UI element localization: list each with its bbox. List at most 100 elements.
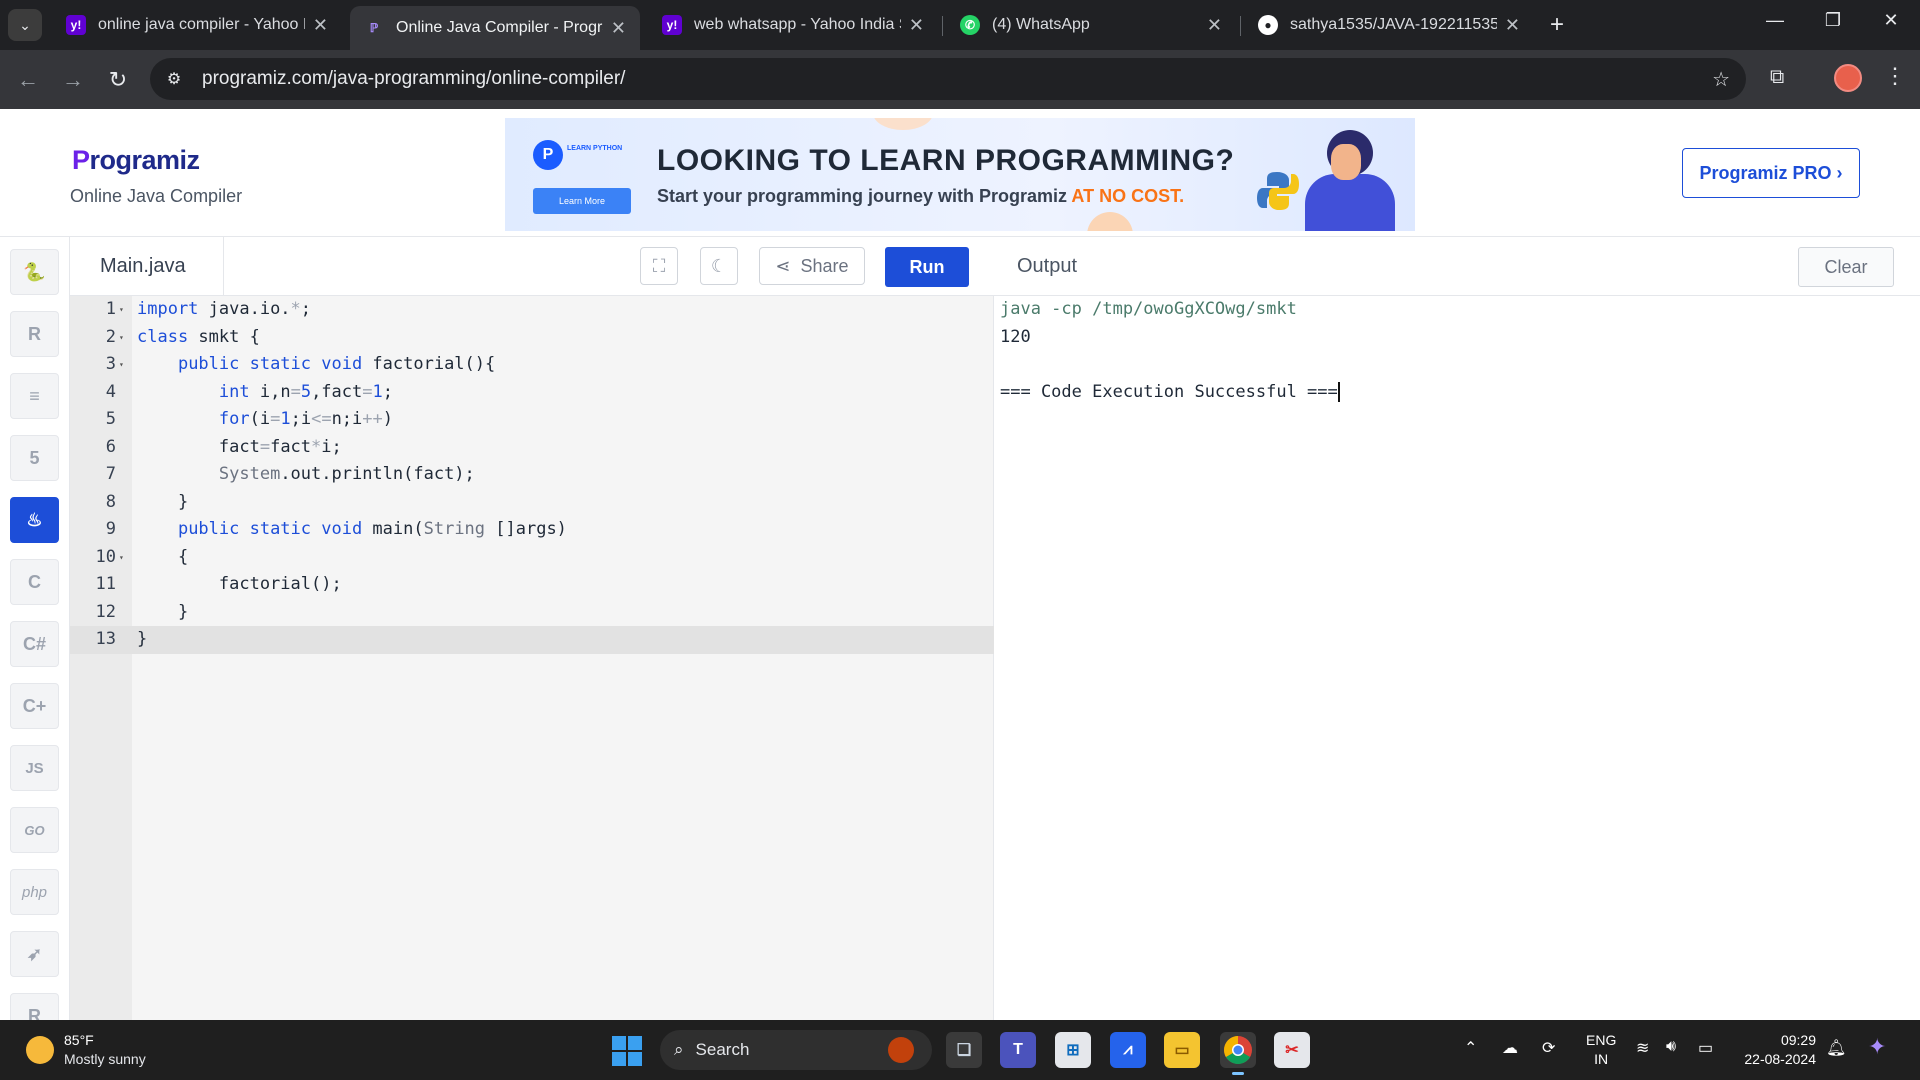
browser-tab-4[interactable]: ✆ (4) WhatsApp ✕ [946,6,1236,44]
rail-python-icon[interactable]: 🐍 [10,249,59,295]
code-text[interactable]: } [137,599,188,627]
system-clock[interactable]: 09:29 22-08-2024 [1738,1031,1816,1069]
show-hidden-icons[interactable]: ⌃ [1464,1038,1477,1058]
bookmark-star-icon[interactable]: ☆ [1712,67,1730,92]
rail-java-icon[interactable]: ♨ [10,497,59,543]
learn-more-button[interactable]: Learn More [533,188,631,214]
sync-icon[interactable]: ⟳ [1542,1038,1555,1058]
volume-icon[interactable]: 🔊︎ [1666,1038,1676,1056]
close-icon[interactable]: ✕ [909,15,924,36]
code-line[interactable]: 4 int i,n=5,fact=1; [70,379,994,407]
fold-arrow-icon[interactable]: ▾ [119,296,124,324]
wifi-icon[interactable]: ≋ [1636,1038,1649,1058]
fullscreen-icon[interactable]: ⛶ [640,247,678,285]
code-text[interactable]: } [137,626,147,654]
run-button[interactable]: Run [885,247,969,287]
browser-tab-1[interactable]: y! online java compiler - Yahoo India Se… [52,6,342,44]
clear-button[interactable]: Clear [1798,247,1894,287]
rail-swift-icon[interactable]: ➶ [10,931,59,977]
new-tab-button[interactable]: + [1542,10,1572,40]
code-text[interactable]: for(i=1;i<=n;i++) [137,406,393,434]
code-line[interactable]: 5 for(i=1;i<=n;i++) [70,406,994,434]
math-app-icon[interactable]: ⩘ [1110,1032,1146,1068]
site-info-icon[interactable]: ⚙ [162,69,186,89]
task-view-icon[interactable]: ❏ [946,1032,982,1068]
rail-r-icon[interactable]: R [10,311,59,357]
code-text[interactable]: } [137,489,188,517]
output-console[interactable]: java -cp /tmp/owoGgXCOwg/smkt 120 === Cod… [1000,296,1340,406]
close-icon[interactable]: ✕ [1207,15,1222,36]
code-text[interactable]: { [137,544,188,572]
programiz-pro-button[interactable]: Programiz PRO › [1682,148,1860,198]
rail-sql-icon[interactable]: ≡ [10,373,59,419]
code-text[interactable]: System.out.println(fact); [137,461,475,489]
share-button[interactable]: ⋖ Share [759,247,865,285]
start-button[interactable] [612,1036,642,1066]
rail-php-icon[interactable]: php [10,869,59,915]
code-text[interactable]: public static void factorial(){ [137,351,495,379]
close-window-button[interactable]: ✕ [1868,10,1914,31]
code-line[interactable]: 13} [70,626,994,654]
code-line[interactable]: 6 fact=fact*i; [70,434,994,462]
code-text[interactable]: fact=fact*i; [137,434,342,462]
profile-avatar[interactable] [1834,64,1862,92]
code-line[interactable]: 10 ▾ { [70,544,994,572]
snipping-tool-icon[interactable]: ✂ [1274,1032,1310,1068]
rail-go-icon[interactable]: GO [10,807,59,853]
programiz-logo[interactable]: Programiz [72,145,200,176]
url-text[interactable]: programiz.com/java-programming/online-co… [202,68,625,90]
notifications-icon[interactable]: 🔔︎ [1826,1038,1846,1058]
browser-tab-5[interactable]: ● sathya1535/JAVA-192211535 ✕ [1244,6,1534,44]
close-icon[interactable]: ✕ [611,18,626,39]
rail-html-icon[interactable]: 5 [10,435,59,481]
rail-js-icon[interactable]: JS [10,745,59,791]
battery-icon[interactable]: ▭ [1698,1038,1713,1058]
code-text[interactable]: import java.io.*; [137,296,311,324]
teams-icon[interactable]: T [1000,1032,1036,1068]
browser-tab-2[interactable]: ℙ Online Java Compiler - Programiz ✕ [350,6,640,50]
chrome-icon[interactable] [1220,1032,1256,1075]
code-line[interactable]: 3 ▾ public static void factorial(){ [70,351,994,379]
code-text[interactable]: int i,n=5,fact=1; [137,379,393,407]
onedrive-cloud-icon[interactable]: ☁ [1502,1038,1518,1058]
file-tab[interactable]: Main.java [70,237,224,296]
code-line[interactable]: 9 public static void main(String []args) [70,516,994,544]
file-explorer-icon[interactable]: ▭ [1164,1032,1200,1068]
weather-sun-icon[interactable] [26,1036,54,1064]
restore-button[interactable]: ❐ [1810,10,1856,31]
code-text[interactable]: public static void main(String []args) [137,516,567,544]
code-line[interactable]: 12 } [70,599,994,627]
browser-menu-icon[interactable]: ⋮ [1884,63,1906,89]
code-line[interactable]: 11 factorial(); [70,571,994,599]
code-line[interactable]: 8 } [70,489,994,517]
fold-arrow-icon[interactable]: ▾ [119,324,124,352]
code-text[interactable]: class smkt { [137,324,260,352]
input-language[interactable]: ENG IN [1586,1031,1616,1069]
weather-temperature[interactable]: 85°F [64,1032,94,1048]
fold-arrow-icon[interactable]: ▾ [119,351,124,379]
weather-description[interactable]: Mostly sunny [64,1051,146,1067]
browser-tab-3[interactable]: y! web whatsapp - Yahoo India Search Res… [648,6,938,44]
rail-c-icon[interactable]: C [10,559,59,605]
close-icon[interactable]: ✕ [313,15,328,36]
minimize-button[interactable]: — [1752,10,1798,31]
copilot-icon[interactable]: ✦ [1868,1034,1886,1060]
ad-banner[interactable]: P LEARN PYTHON Learn More LOOKING TO LEA… [505,118,1415,231]
fold-arrow-icon[interactable]: ▾ [119,544,124,572]
code-line[interactable]: 2 ▾ class smkt { [70,324,994,352]
rail-csharp-icon[interactable]: C# [10,621,59,667]
address-bar[interactable]: ⚙ programiz.com/java-programming/online-… [150,58,1746,100]
store-icon[interactable]: ⊞ [1055,1032,1091,1068]
dark-mode-icon[interactable]: ☾ [700,247,738,285]
code-text[interactable]: factorial(); [137,571,342,599]
rail-cpp-icon[interactable]: C+ [10,683,59,729]
code-line[interactable]: 7 System.out.println(fact); [70,461,994,489]
back-button[interactable]: ← [13,65,43,95]
taskbar-search[interactable]: ⌕ Search [660,1030,932,1070]
extensions-icon[interactable]: ⧉ [1770,66,1784,89]
forward-button[interactable]: → [58,65,88,95]
code-area[interactable]: 1 ▾ import java.io.*; 2 ▾ class smkt {3 ▾ publ… [70,296,994,1020]
reload-button[interactable]: ↻ [103,65,133,95]
tab-search-button[interactable]: ⌄ [8,9,42,41]
close-icon[interactable]: ✕ [1505,15,1520,36]
